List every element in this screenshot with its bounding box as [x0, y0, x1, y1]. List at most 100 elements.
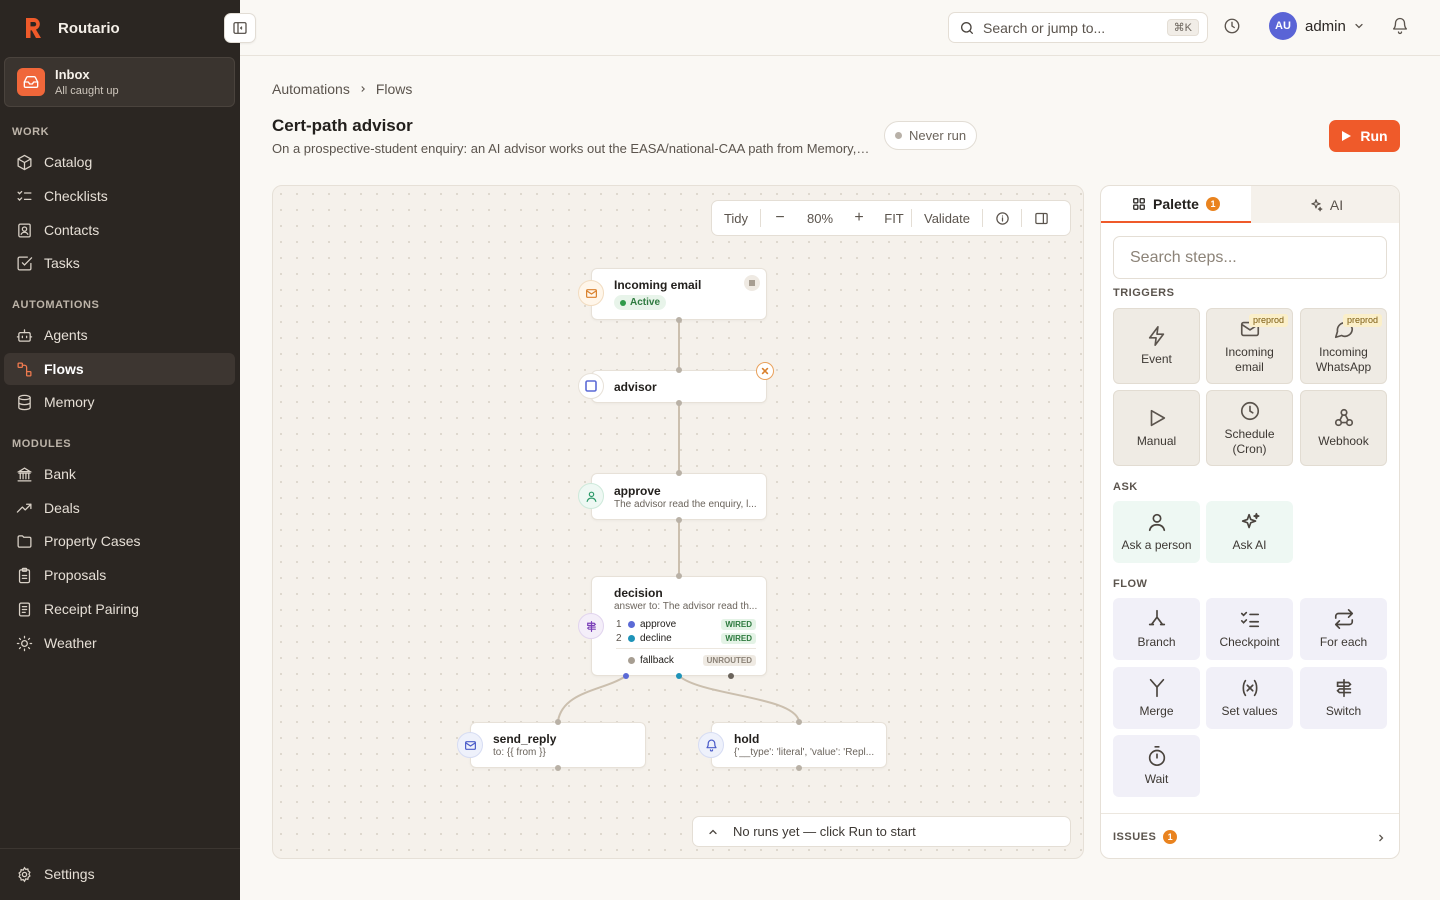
repeat-icon	[1334, 609, 1353, 630]
port[interactable]	[796, 765, 802, 771]
sidebar-item-label: Contacts	[44, 222, 100, 238]
palette-tile-ask-person[interactable]: Ask a person	[1113, 501, 1200, 563]
step-search-input[interactable]: Search steps...	[1113, 236, 1387, 279]
case-dot	[628, 634, 635, 642]
case-dot	[628, 620, 635, 628]
palette-tile-checkpoint[interactable]: Checkpoint	[1206, 598, 1293, 660]
sidebar-item-deals[interactable]: Deals	[4, 492, 235, 524]
port[interactable]	[676, 573, 682, 579]
global-search-input[interactable]: Search or jump to... ⌘K	[948, 12, 1208, 43]
tile-label: For each	[1319, 635, 1368, 650]
sidebar-item-label: Memory	[44, 394, 95, 410]
palette-tile-incoming-whatsapp[interactable]: preprod Incoming WhatsApp	[1300, 308, 1387, 384]
case-row-decline: 2 decline WIRED	[616, 631, 756, 645]
palette-tile-webhook[interactable]: Webhook	[1300, 390, 1387, 466]
port-approve[interactable]	[623, 673, 629, 679]
sidebar-item-contacts[interactable]: Contacts	[4, 214, 235, 246]
sidebar-item-flows[interactable]: Flows	[4, 353, 235, 385]
runs-bar[interactable]: No runs yet — click Run to start	[692, 816, 1071, 847]
node-hold[interactable]: hold {'__type': 'literal', 'value': 'Rep…	[711, 722, 887, 768]
node-incoming-email[interactable]: Incoming email Active	[591, 268, 767, 320]
pause-icon[interactable]	[744, 275, 760, 291]
sidebar-item-memory[interactable]: Memory	[4, 386, 235, 418]
breadcrumb-automations[interactable]: Automations	[272, 81, 350, 97]
port[interactable]	[676, 400, 682, 406]
sidebar-item-label: Property Cases	[44, 533, 141, 549]
tab-ai[interactable]: AI	[1251, 186, 1399, 223]
port[interactable]	[676, 517, 682, 523]
tab-palette[interactable]: Palette 1	[1101, 186, 1251, 223]
flow-canvas[interactable]: Tidy − 80% + FIT Validate Incoming email…	[272, 185, 1084, 859]
mail-icon	[578, 280, 604, 306]
chevron-down-icon[interactable]	[1353, 19, 1365, 37]
port[interactable]	[796, 719, 802, 725]
port-decline[interactable]	[676, 673, 682, 679]
sidebar-item-proposals[interactable]: Proposals	[4, 559, 235, 591]
palette-tile-set-values[interactable]: Set values	[1206, 667, 1293, 729]
tile-label: Merge	[1139, 704, 1174, 719]
remove-node-icon[interactable]	[756, 362, 774, 380]
info-icon[interactable]	[983, 201, 1021, 235]
active-badge: Active	[614, 295, 667, 310]
sidebar-item-receipt-pairing[interactable]: Receipt Pairing	[4, 593, 235, 625]
preprod-badge: preprod	[1248, 314, 1288, 327]
sidebar-item-checklists[interactable]: Checklists	[4, 180, 235, 212]
zoom-in-button[interactable]: +	[841, 201, 877, 235]
avatar[interactable]: AU	[1269, 12, 1297, 40]
sidebar-item-label: Catalog	[44, 154, 93, 170]
sidebar-item-label: Weather	[44, 635, 97, 651]
branch-icon	[1148, 610, 1165, 626]
port[interactable]	[555, 719, 561, 725]
palette-tile-branch[interactable]: Branch	[1113, 598, 1200, 660]
case-label: fallback	[640, 654, 674, 666]
sidebar-item-agents[interactable]: Agents	[4, 319, 235, 351]
sidebar-item-property-cases[interactable]: Property Cases	[4, 525, 235, 557]
search-shortcut: ⌘K	[1166, 19, 1199, 36]
tidy-button[interactable]: Tidy	[712, 201, 760, 235]
zoom-out-button[interactable]: −	[761, 201, 799, 235]
palette-tile-for-each[interactable]: For each	[1300, 598, 1387, 660]
section-label-modules: MODULES	[12, 438, 72, 450]
sidebar-item-catalog[interactable]: Catalog	[4, 146, 235, 178]
brand[interactable]: Routario	[20, 14, 120, 42]
node-send-reply[interactable]: send_reply to: {{ from }}	[470, 722, 646, 768]
run-button[interactable]: Run	[1329, 120, 1400, 152]
inbox-icon	[17, 68, 45, 96]
sidebar-item-bank[interactable]: Bank	[4, 458, 235, 490]
history-icon[interactable]	[1223, 17, 1241, 40]
collapse-sidebar-button[interactable]	[224, 13, 256, 43]
receipt-icon	[18, 601, 31, 617]
node-advisor[interactable]: advisor	[591, 370, 767, 403]
palette-tile-ask-ai[interactable]: Ask AI	[1206, 501, 1293, 563]
sidebar-item-tasks[interactable]: Tasks	[4, 247, 235, 279]
port[interactable]	[555, 765, 561, 771]
palette-tile-merge[interactable]: Merge	[1113, 667, 1200, 729]
palette-tile-manual[interactable]: Manual	[1113, 390, 1200, 466]
palette-tile-switch[interactable]: Switch	[1300, 667, 1387, 729]
port[interactable]	[676, 317, 682, 323]
palette-tile-wait[interactable]: Wait	[1113, 735, 1200, 797]
active-label: Active	[630, 297, 661, 308]
palette-tile-schedule[interactable]: Schedule (Cron)	[1206, 390, 1293, 466]
node-approve[interactable]: approve The advisor read the enquiry, l.…	[591, 473, 767, 520]
sidebar-item-weather[interactable]: Weather	[4, 627, 235, 659]
group-label-flow: FLOW	[1113, 578, 1148, 590]
sun-icon	[16, 635, 33, 651]
user-name[interactable]: admin	[1305, 18, 1346, 35]
port[interactable]	[676, 367, 682, 373]
panel-toggle-icon[interactable]	[1022, 201, 1060, 235]
port[interactable]	[676, 470, 682, 476]
tile-label: Event	[1141, 352, 1172, 367]
bell-icon[interactable]	[1391, 17, 1409, 40]
palette-tile-event[interactable]: Event	[1113, 308, 1200, 384]
breadcrumb-flows[interactable]: Flows	[376, 81, 413, 97]
validate-button[interactable]: Validate	[912, 201, 982, 235]
palette-tile-incoming-email[interactable]: preprod Incoming email	[1206, 308, 1293, 384]
node-subtitle: The advisor read the enquiry, l...	[614, 499, 757, 510]
settings-link[interactable]: Settings	[4, 858, 235, 890]
issues-bar[interactable]: ISSUES 1	[1101, 813, 1399, 858]
inbox-card[interactable]: Inbox All caught up	[4, 57, 235, 107]
port-fallback[interactable]	[728, 673, 734, 679]
node-decision[interactable]: decision answer to: The advisor read th.…	[591, 576, 767, 676]
fit-button[interactable]: FIT	[877, 201, 911, 235]
